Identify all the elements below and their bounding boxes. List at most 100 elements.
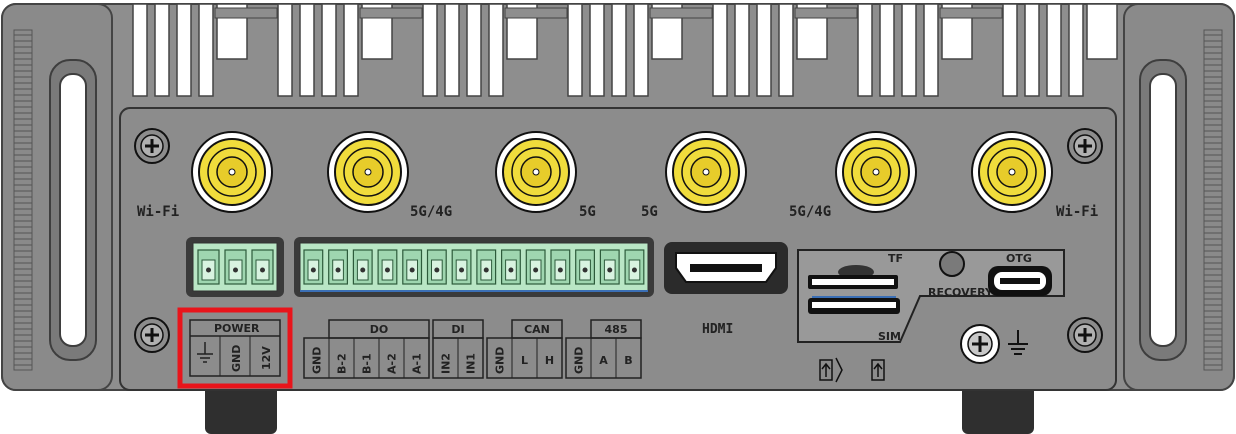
- can-pin: L: [521, 354, 528, 367]
- fin-gap: [343, 3, 359, 97]
- antenna-connector[interactable]: [327, 131, 409, 213]
- di-pin: IN2: [440, 353, 453, 374]
- terminal-pin-slot[interactable]: [599, 249, 620, 285]
- do-pin: A-2: [386, 353, 399, 374]
- fin-gap: [1002, 3, 1018, 97]
- rs485-pin: A: [599, 354, 608, 367]
- panel-screw: [1067, 128, 1103, 164]
- antenna-connector[interactable]: [191, 131, 273, 213]
- fin-gap: [857, 3, 873, 97]
- fin-gap: [734, 3, 750, 97]
- fin-gap: [712, 3, 728, 97]
- right-foot: [962, 385, 1034, 434]
- fin-gap: [1024, 3, 1040, 97]
- terminal-pin-slot[interactable]: [501, 249, 521, 285]
- terminal-pin-slot[interactable]: [451, 249, 472, 285]
- device-rear-panel: Wi-Fi 5G/4G 5G 5G 5G/4G Wi-Fi HDMI TF SI…: [1, 3, 1235, 434]
- terminal-pin-slot[interactable]: [377, 249, 398, 285]
- io-terminal-connector: [294, 237, 654, 297]
- fin-gap: [756, 3, 772, 97]
- recovery-button[interactable]: [939, 251, 965, 277]
- di-pin: IN1: [465, 353, 478, 374]
- fin-gap: [589, 3, 605, 97]
- rs485-group-title: 485: [605, 323, 628, 336]
- fin-gap: [923, 3, 939, 97]
- panel-screw: [1067, 317, 1103, 353]
- ground-screw[interactable]: [960, 324, 1000, 364]
- ant2-label: 5G/4G: [410, 204, 452, 220]
- fin-gap: [321, 3, 337, 97]
- terminal-pin-slot[interactable]: [197, 249, 220, 285]
- terminal-pin-slot[interactable]: [251, 249, 274, 285]
- fin-gap: [488, 3, 504, 97]
- fin-top: [504, 7, 568, 19]
- recovery-label: RECOVERY: [928, 286, 994, 299]
- fin-gap: [879, 3, 895, 97]
- panel-screw: [134, 317, 170, 353]
- hdmi-port[interactable]: [664, 242, 788, 294]
- fin-gap: [611, 3, 627, 97]
- terminal-pin-slot[interactable]: [402, 249, 423, 285]
- do-pin: GND: [311, 347, 324, 374]
- do-group-title: DO: [370, 323, 388, 336]
- di-group-title: DI: [451, 323, 464, 336]
- terminal-pin-slot[interactable]: [476, 249, 497, 285]
- power-group-title: POWER: [214, 322, 260, 335]
- wifi-left-label: Wi-Fi: [137, 204, 179, 220]
- fin-gap: [466, 3, 482, 97]
- do-pin: B-1: [361, 353, 374, 374]
- terminal-pin-slot[interactable]: [328, 249, 349, 285]
- fin-top: [214, 7, 278, 19]
- fin-gap: [154, 3, 170, 97]
- fin-gap: [444, 3, 460, 97]
- antenna-connector[interactable]: [971, 131, 1053, 213]
- terminal-pin-slot[interactable]: [624, 249, 645, 285]
- antenna-connector[interactable]: [495, 131, 577, 213]
- power-pin-gnd: GND: [230, 345, 243, 372]
- sim-card-slot[interactable]: [808, 296, 900, 314]
- fin-gap: [567, 3, 583, 97]
- fin-top: [359, 7, 423, 19]
- terminal-pin-slot[interactable]: [550, 249, 571, 285]
- fin-gap: [277, 3, 293, 97]
- fin-gap: [422, 3, 438, 97]
- fin-gap: [132, 3, 148, 97]
- otg-port[interactable]: [988, 266, 1052, 296]
- ant4-label: 5G: [641, 204, 658, 220]
- fin-gap: [901, 3, 917, 97]
- fin-gap: [778, 3, 794, 97]
- rs485-pin: B: [624, 354, 632, 367]
- fin-gap: [633, 3, 649, 97]
- power-terminal-connector: [186, 237, 284, 297]
- antenna-connector[interactable]: [665, 131, 747, 213]
- left-foot: [205, 385, 277, 434]
- can-pin: H: [545, 354, 554, 367]
- fin-gap: [176, 3, 192, 97]
- panel-screw: [134, 128, 170, 164]
- fin-gap: [1086, 3, 1118, 60]
- do-pin: B-2: [336, 353, 349, 374]
- ant3-label: 5G: [579, 204, 596, 220]
- can-group-title: CAN: [524, 323, 550, 336]
- terminal-pin-slot[interactable]: [575, 249, 596, 285]
- can-pin: GND: [494, 347, 507, 374]
- do-pin: A-1: [411, 353, 424, 374]
- terminal-pin-slot[interactable]: [426, 249, 447, 285]
- fin-gap: [1068, 3, 1084, 97]
- terminal-pin-slot[interactable]: [224, 249, 247, 285]
- terminal-pin-slot[interactable]: [525, 249, 546, 285]
- terminal-pin-slot[interactable]: [352, 249, 373, 285]
- antenna-connector[interactable]: [835, 131, 917, 213]
- ant5-label: 5G/4G: [789, 204, 831, 220]
- otg-label: OTG: [1006, 252, 1032, 265]
- terminal-pin-slot[interactable]: [303, 249, 324, 285]
- fin-gap: [198, 3, 214, 97]
- fin-top: [939, 7, 1003, 19]
- fin-gap: [299, 3, 315, 97]
- fin-top: [794, 7, 858, 19]
- rs485-pin: GND: [573, 347, 586, 374]
- power-pin-12v: 12V: [260, 346, 273, 370]
- wifi-right-label: Wi-Fi: [1056, 204, 1098, 220]
- hdmi-label: HDMI: [702, 322, 733, 337]
- sim-label: SIM: [878, 330, 901, 343]
